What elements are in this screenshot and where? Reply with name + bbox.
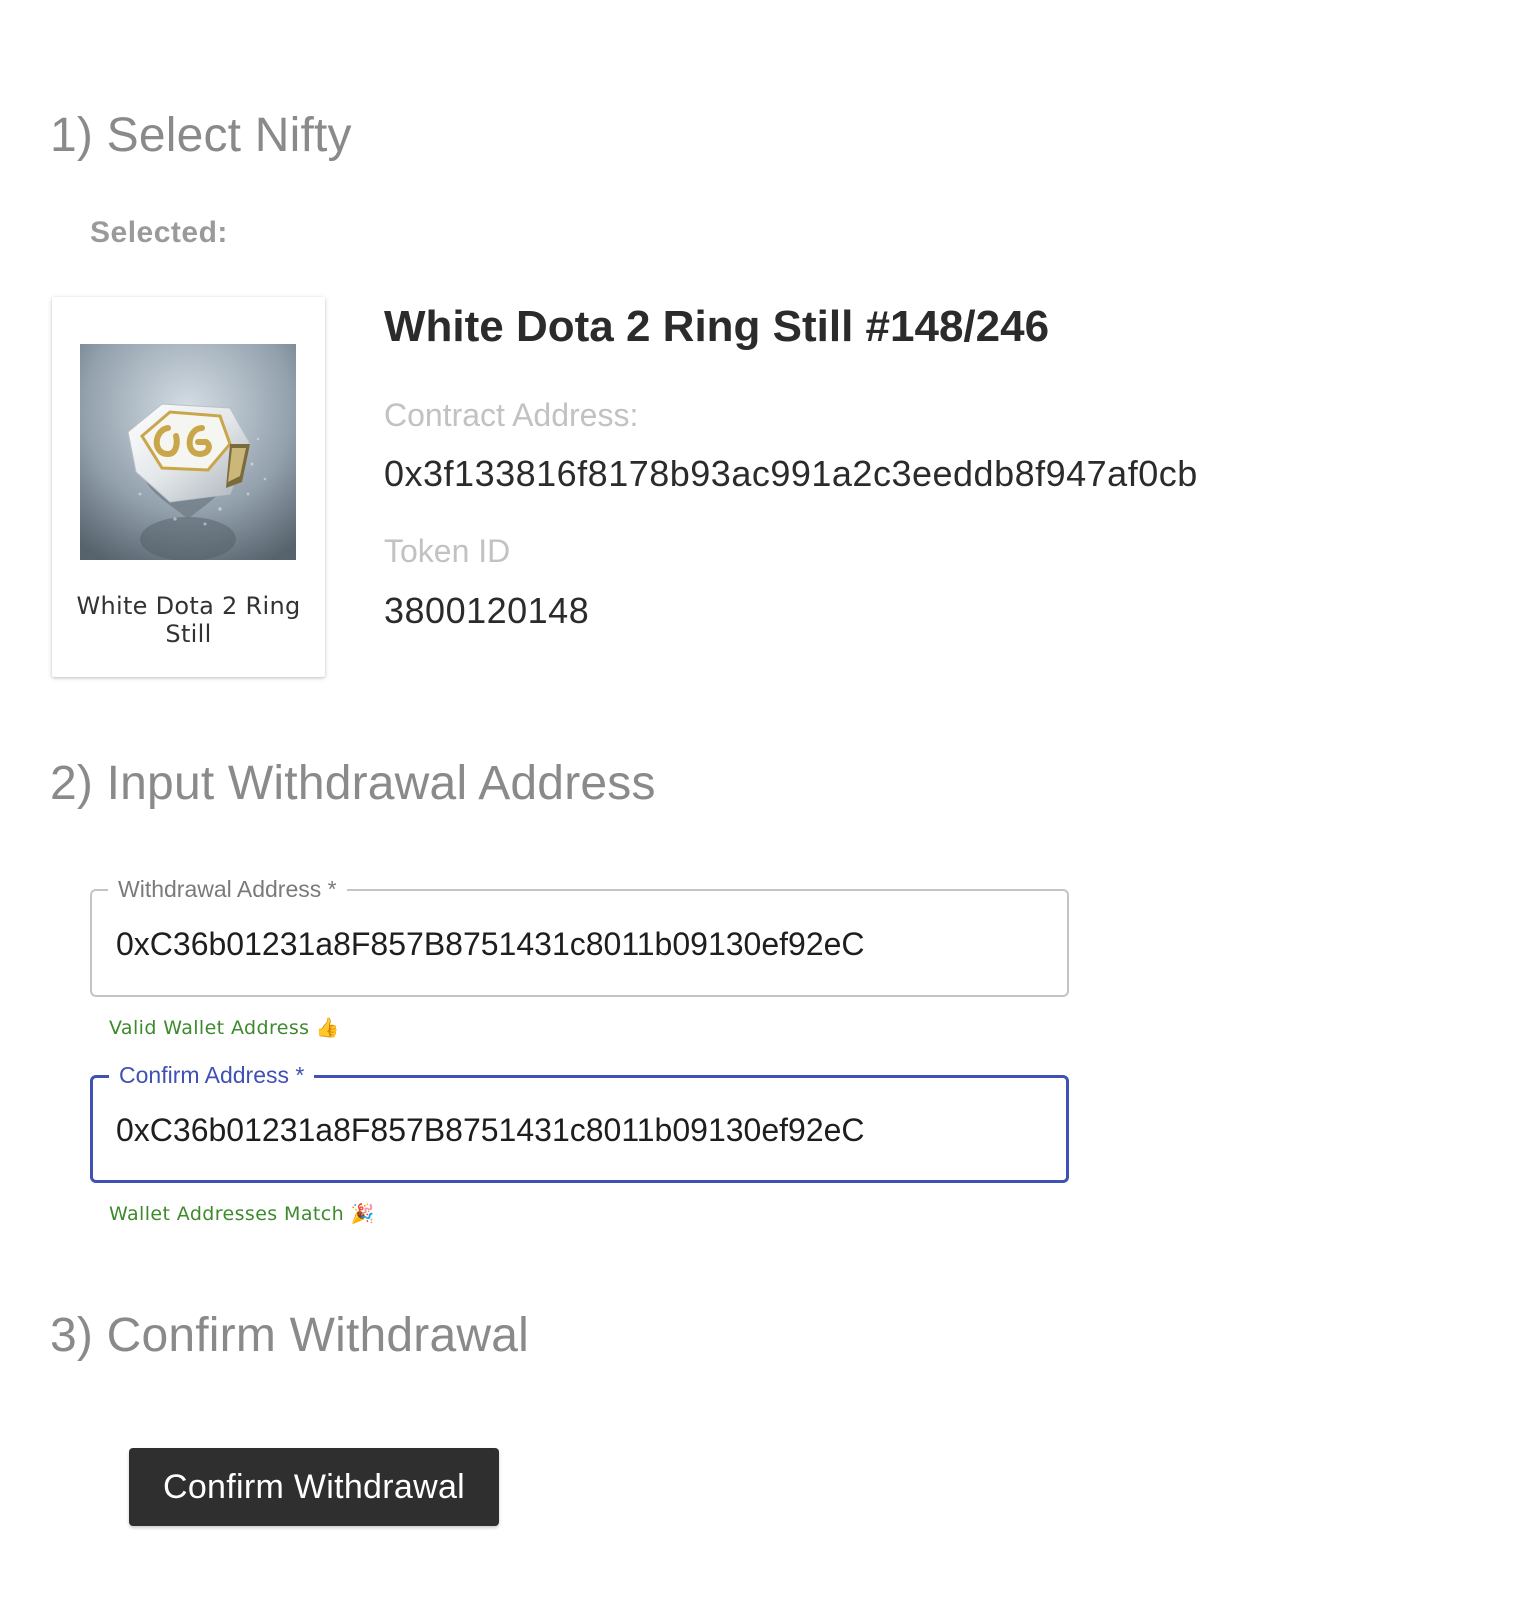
withdrawal-address-label: Withdrawal Address *: [108, 875, 347, 903]
withdrawal-address-input[interactable]: [116, 921, 1047, 967]
ring-image: [80, 344, 296, 560]
confirm-address-label: Confirm Address *: [109, 1061, 315, 1089]
valid-address-helper: Valid Wallet Address 👍: [109, 1017, 340, 1039]
nifty-title: White Dota 2 Ring Still #148/246: [384, 302, 1050, 351]
nifty-card[interactable]: White Dota 2 Ring Still: [52, 297, 325, 677]
token-id-label: Token ID: [384, 533, 511, 569]
selected-label: Selected:: [90, 216, 228, 249]
contract-address-value: 0x3f133816f8178b93ac991a2c3eeddb8f947af0…: [384, 453, 1198, 494]
withdrawal-address-field[interactable]: Withdrawal Address *: [90, 875, 1069, 997]
step-2-heading: 2) Input Withdrawal Address: [50, 757, 656, 810]
addresses-match-helper: Wallet Addresses Match 🎉: [109, 1203, 375, 1225]
confirm-address-field[interactable]: Confirm Address *: [90, 1061, 1069, 1183]
confirm-address-input[interactable]: [116, 1107, 1046, 1153]
step-3-heading: 3) Confirm Withdrawal: [50, 1309, 529, 1362]
card-caption: White Dota 2 Ring Still: [76, 592, 301, 648]
contract-address-label: Contract Address:: [384, 397, 639, 433]
step-1-heading: 1) Select Nifty: [50, 109, 352, 162]
token-id-value: 3800120148: [384, 590, 590, 631]
confirm-withdrawal-button[interactable]: Confirm Withdrawal: [129, 1448, 499, 1526]
